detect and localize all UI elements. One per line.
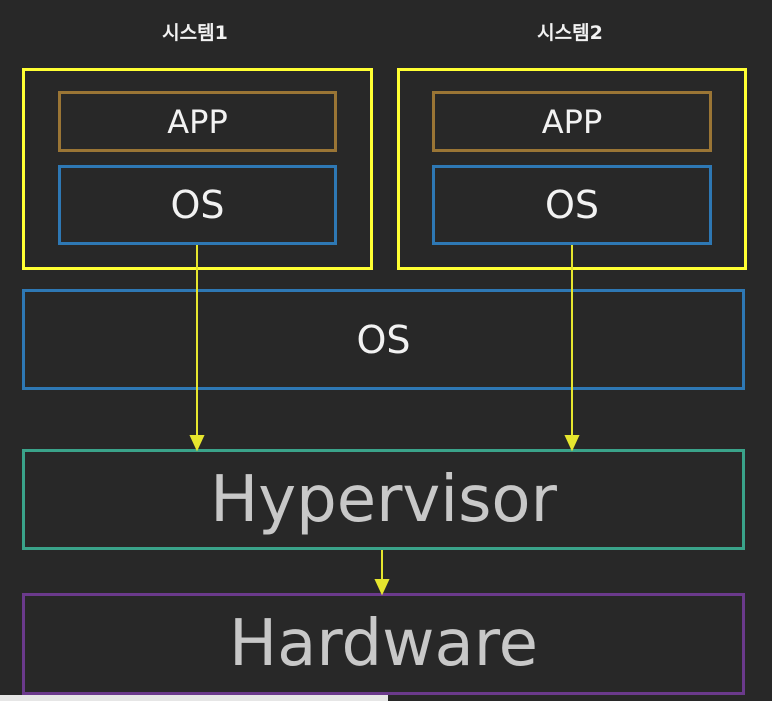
arrows-layer [189, 245, 580, 596]
system2-to-hypervisor-arrow-head [564, 435, 580, 452]
hypervisor-to-hardware-arrow-head [374, 579, 390, 596]
system1-to-hypervisor-arrow-head [189, 435, 205, 452]
bottom-scrollbar[interactable] [0, 695, 388, 701]
